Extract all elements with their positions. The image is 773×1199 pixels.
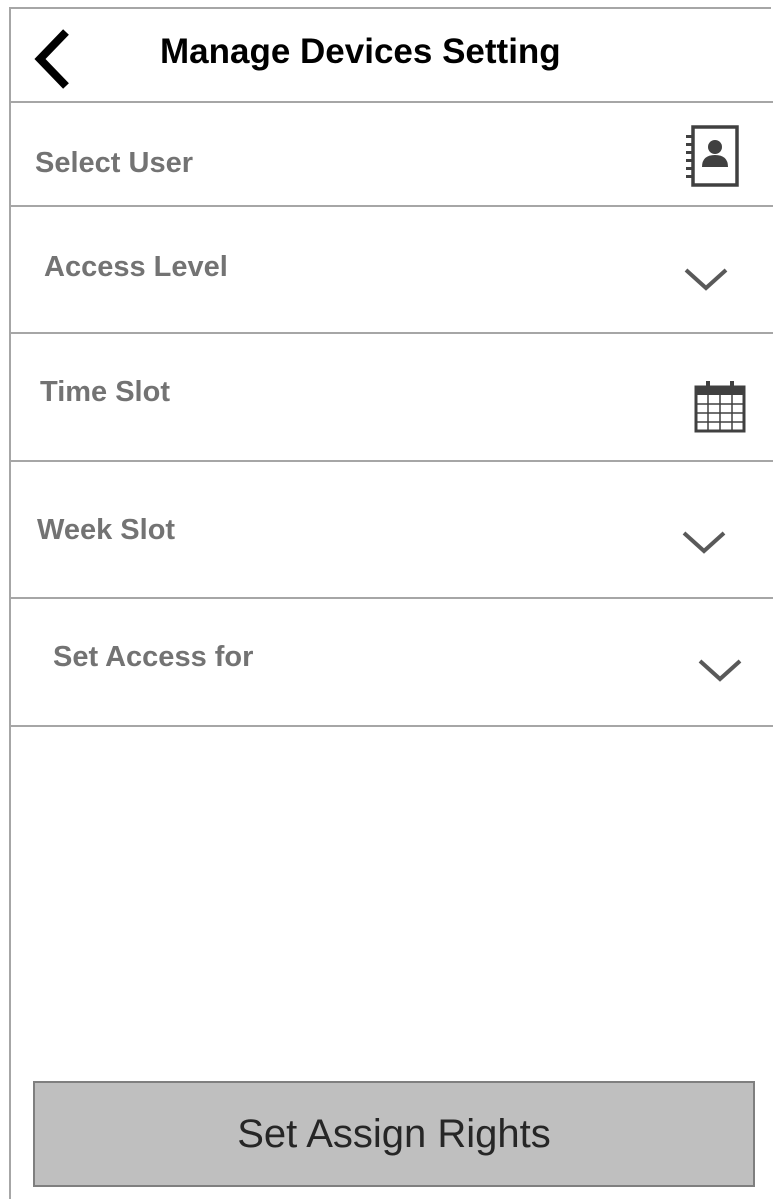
week-slot-dropdown[interactable]: Week Slot	[9, 462, 773, 599]
week-slot-label: Week Slot	[37, 514, 176, 546]
back-button[interactable]	[30, 26, 74, 92]
time-slot-field[interactable]: Time Slot	[9, 334, 773, 462]
app-header: Manage Devices Setting	[9, 7, 773, 103]
chevron-down-icon[interactable]	[680, 528, 728, 561]
chevron-down-icon[interactable]	[696, 656, 744, 689]
time-slot-label: Time Slot	[40, 376, 170, 408]
chevron-left-icon	[34, 29, 69, 89]
chevron-down-icon[interactable]	[682, 265, 730, 298]
access-level-dropdown[interactable]: Access Level	[9, 207, 773, 334]
set-access-for-dropdown[interactable]: Set Access for	[9, 599, 773, 727]
access-level-label: Access Level	[44, 251, 228, 283]
contact-book-icon[interactable]	[681, 123, 743, 194]
set-assign-rights-button[interactable]: Set Assign Rights	[33, 1081, 755, 1187]
select-user-field[interactable]: Select User	[9, 103, 773, 207]
page-title: Manage Devices Setting	[160, 32, 561, 71]
calendar-icon[interactable]	[692, 379, 748, 440]
set-access-for-label: Set Access for	[53, 641, 254, 673]
select-user-label: Select User	[35, 147, 193, 179]
